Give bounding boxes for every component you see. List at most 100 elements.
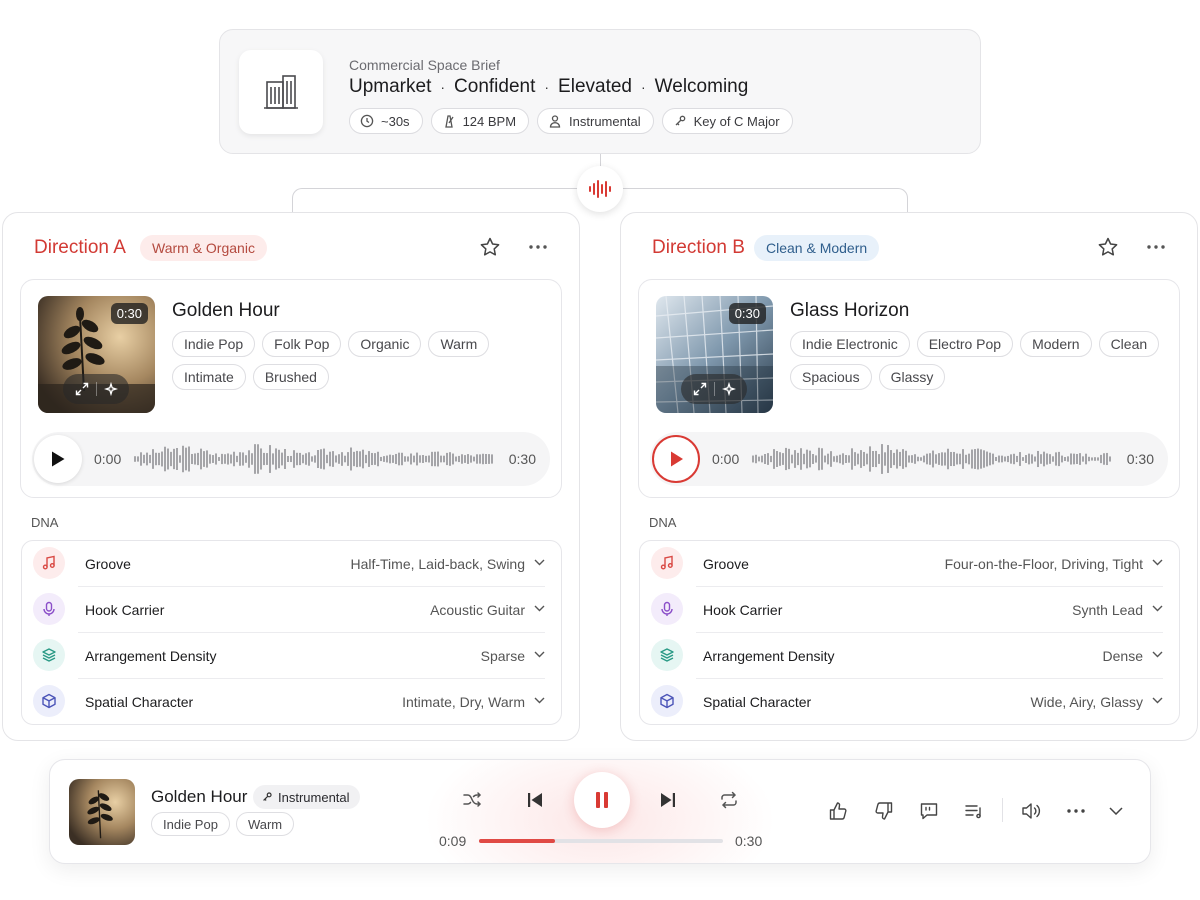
expand-icon[interactable] (75, 382, 89, 396)
chevron-down-icon[interactable] (534, 559, 545, 566)
chip-label: Instrumental (278, 789, 350, 805)
tag[interactable]: Folk Pop (262, 331, 342, 357)
sparkle-icon[interactable] (103, 382, 118, 396)
vocal-chip: Instrumental (537, 108, 654, 134)
microphone-icon (33, 593, 65, 625)
chevron-down-icon[interactable] (1152, 605, 1163, 612)
star-icon[interactable] (1097, 236, 1119, 258)
cover-controls (681, 374, 747, 404)
play-button[interactable] (652, 435, 700, 483)
tag[interactable]: Clean (1098, 331, 1160, 357)
time-end: 0:30 (508, 451, 536, 467)
dna-row-arrangement-density[interactable]: Arrangement Density Dense (640, 633, 1179, 679)
dna-row-spatial-character[interactable]: Spatial Character Intimate, Dry, Warm (22, 679, 561, 725)
progress-fill (479, 839, 555, 843)
dna-label: DNA (649, 515, 677, 530)
dna-value: Dense (1102, 648, 1143, 664)
brief-moods: Upmarket · Confident · Elevated · Welcom… (349, 76, 748, 98)
genre-tags: Indie Electronic Electro Pop Modern Clea… (790, 331, 1170, 390)
tag[interactable]: Indie Pop (151, 812, 230, 836)
time-start: 0:00 (94, 451, 122, 467)
tag[interactable]: Organic (348, 331, 422, 357)
time-start: 0:00 (712, 451, 740, 467)
comment-icon[interactable] (918, 800, 940, 822)
sparkle-icon[interactable] (721, 382, 736, 396)
now-playing-tags: Indie Pop Warm (151, 812, 295, 836)
now-playing-bar: Golden Hour Instrumental Indie Pop Warm … (49, 759, 1151, 864)
mood: Welcoming (654, 76, 749, 97)
direction-badge: Warm & Organic (140, 235, 267, 261)
queue-icon[interactable] (963, 800, 985, 822)
chevron-down-icon[interactable] (1152, 651, 1163, 658)
chevron-down-icon[interactable] (1152, 697, 1163, 704)
mood-separator: · (440, 79, 446, 95)
dna-value: Synth Lead (1072, 602, 1143, 618)
pause-button[interactable] (574, 772, 630, 828)
shuffle-icon[interactable] (461, 789, 483, 811)
tag[interactable]: Warm (235, 812, 295, 836)
music-note-icon (651, 547, 683, 579)
dna-value: Sparse (480, 648, 525, 664)
mood: Upmarket (349, 76, 432, 97)
chevron-down-icon[interactable] (534, 651, 545, 658)
track-card: 0:30 Glass Horizon Indie Electronic Elec… (638, 279, 1180, 498)
dna-label-text: Hook Carrier (85, 602, 165, 618)
more-options-icon[interactable] (1065, 800, 1087, 822)
tag[interactable]: Brushed (252, 364, 329, 390)
key-icon (673, 114, 687, 128)
track-card: 0:30 Golden Hour Indie Pop Folk Pop Orga… (20, 279, 562, 498)
album-cover[interactable]: 0:30 (656, 296, 773, 413)
tag[interactable]: Indie Electronic (790, 331, 910, 357)
key-label: Key of C Major (693, 113, 780, 129)
direction-title: Direction A (34, 237, 126, 258)
direction-title: Direction B (652, 237, 745, 258)
tag[interactable]: Electro Pop (916, 331, 1014, 357)
waveform[interactable] (752, 442, 1114, 476)
layers-icon (33, 639, 65, 671)
chevron-down-icon[interactable] (1105, 800, 1127, 822)
dna-row-groove[interactable]: Groove Half-Time, Laid-back, Swing (22, 541, 561, 587)
tag[interactable]: Spacious (790, 364, 872, 390)
tag[interactable]: Warm (428, 331, 490, 357)
play-button[interactable] (34, 435, 82, 483)
current-time: 0:09 (439, 833, 467, 849)
tag[interactable]: Modern (1020, 331, 1092, 357)
tag[interactable]: Intimate (172, 364, 246, 390)
dna-label-text: Arrangement Density (703, 648, 835, 664)
dna-value: Acoustic Guitar (430, 602, 525, 618)
now-playing-cover[interactable] (69, 779, 135, 845)
bpm-chip: 124 BPM (430, 108, 530, 134)
duration-chip: ~30s (349, 108, 423, 134)
thumbs-up-icon[interactable] (827, 800, 849, 822)
waveform-hub-icon[interactable] (577, 166, 623, 212)
dna-row-arrangement-density[interactable]: Arrangement Density Sparse (22, 633, 561, 679)
more-options-icon[interactable] (1145, 236, 1167, 258)
star-icon[interactable] (479, 236, 501, 258)
repeat-icon[interactable] (718, 789, 740, 811)
tag[interactable]: Indie Pop (172, 331, 256, 357)
chevron-down-icon[interactable] (534, 605, 545, 612)
chevron-down-icon[interactable] (1152, 559, 1163, 566)
key-icon (261, 791, 273, 803)
brief-meta-chips: ~30s 124 BPM Instrumental Key of C Major (349, 108, 793, 134)
audio-player: 0:00 0:30 (32, 432, 550, 486)
cube-icon (651, 685, 683, 717)
previous-icon[interactable] (524, 789, 546, 811)
more-options-icon[interactable] (527, 236, 549, 258)
expand-icon[interactable] (693, 382, 707, 396)
time-end: 0:30 (1126, 451, 1154, 467)
progress-bar[interactable] (479, 839, 723, 843)
next-icon[interactable] (657, 789, 679, 811)
dna-label-text: Hook Carrier (703, 602, 783, 618)
waveform[interactable] (134, 442, 496, 476)
key-chip: Key of C Major (661, 108, 793, 134)
dna-row-hook-carrier[interactable]: Hook Carrier Acoustic Guitar (22, 587, 561, 633)
dna-row-hook-carrier[interactable]: Hook Carrier Synth Lead (640, 587, 1179, 633)
thumbs-down-icon[interactable] (873, 800, 895, 822)
chevron-down-icon[interactable] (534, 697, 545, 704)
album-cover[interactable]: 0:30 (38, 296, 155, 413)
volume-icon[interactable] (1021, 800, 1043, 822)
tag[interactable]: Glassy (878, 364, 946, 390)
dna-row-spatial-character[interactable]: Spatial Character Wide, Airy, Glassy (640, 679, 1179, 725)
dna-row-groove[interactable]: Groove Four-on-the-Floor, Driving, Tight (640, 541, 1179, 587)
